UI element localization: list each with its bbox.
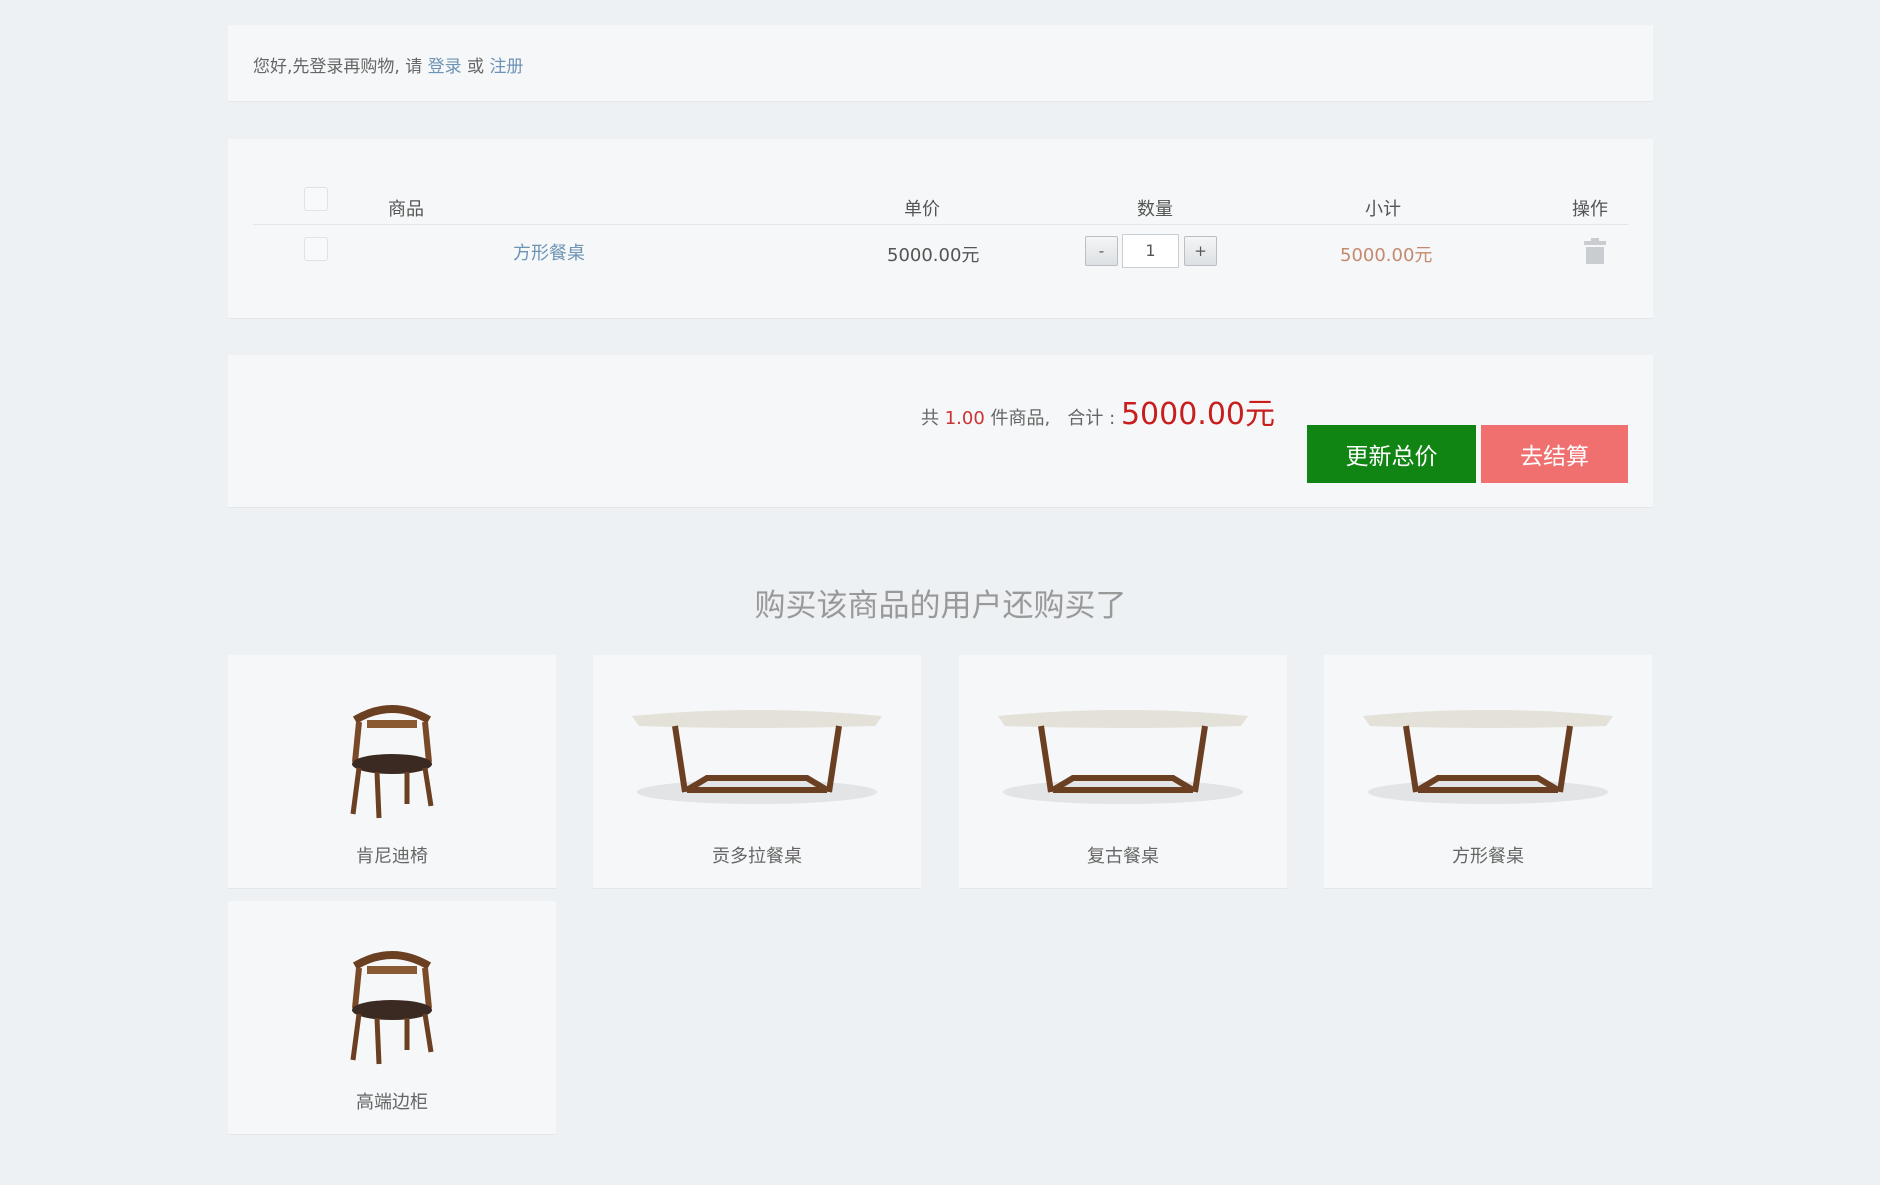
- login-link[interactable]: 登录: [428, 57, 462, 77]
- summary-prefix: 共: [921, 408, 945, 429]
- recommend-name: 方形餐桌: [1452, 846, 1524, 867]
- login-notice: 您好,先登录再购物, 请 登录 或 注册: [228, 25, 1653, 102]
- summary-mid: 件商品, 合计 :: [984, 408, 1121, 429]
- cart-item-subtotal: 5000.00元: [1340, 245, 1433, 266]
- table-image: [959, 680, 1287, 830]
- notice-or: 或: [461, 57, 490, 77]
- cart-summary: 共 1.00 件商品, 合计 : 5000.00元 更新总价 去结算: [228, 355, 1653, 508]
- select-all-checkbox[interactable]: [304, 187, 328, 211]
- total-price: 5000.00元: [1120, 397, 1275, 432]
- checkout-button[interactable]: 去结算: [1481, 425, 1628, 483]
- header-action: 操作: [1572, 199, 1608, 220]
- cart-item-price: 5000.00元: [887, 245, 980, 266]
- item-checkbox[interactable]: [304, 237, 328, 261]
- recommend-card[interactable]: 高端边柜: [228, 901, 556, 1135]
- item-count: 1.00: [944, 408, 985, 429]
- qty-increase-button[interactable]: +: [1184, 236, 1217, 266]
- header-product: 商品: [388, 199, 424, 220]
- cart-table-header: 商品 单价 数量 小计 操作: [253, 179, 1628, 225]
- recommend-card[interactable]: 方形餐桌: [1324, 655, 1652, 889]
- update-total-button[interactable]: 更新总价: [1307, 425, 1476, 483]
- recommend-card[interactable]: 肯尼迪椅: [228, 655, 556, 889]
- header-price: 单价: [904, 199, 940, 220]
- header-qty: 数量: [1137, 199, 1173, 220]
- summary-text: 共 1.00 件商品, 合计 : 5000.00元: [921, 389, 1275, 433]
- cart-row: 方形餐桌 5000.00元 - 1 + 5000.00元: [253, 225, 1628, 315]
- login-notice-text: 您好,先登录再购物, 请 登录 或 注册: [253, 52, 523, 77]
- notice-message: 您好,先登录再购物, 请: [253, 57, 428, 77]
- cart-item-name[interactable]: 方形餐桌: [513, 239, 585, 265]
- recommend-card[interactable]: 贡多拉餐桌: [593, 655, 921, 889]
- recommend-card[interactable]: 复古餐桌: [959, 655, 1287, 889]
- recommend-name: 肯尼迪椅: [356, 846, 428, 867]
- table-image: [593, 680, 921, 830]
- cart-table: 商品 单价 数量 小计 操作 方形餐桌 5000.00元 - 1 + 5000.…: [228, 139, 1653, 319]
- table-image: [1324, 680, 1652, 830]
- recommend-name: 贡多拉餐桌: [712, 846, 802, 867]
- recommend-name: 高端边柜: [356, 1092, 428, 1113]
- qty-input[interactable]: 1: [1122, 234, 1179, 268]
- trash-icon[interactable]: [1583, 238, 1607, 264]
- recommend-name: 复古餐桌: [1087, 846, 1159, 867]
- chair-image: [228, 680, 556, 830]
- recommend-title: 购买该商品的用户还购买了: [754, 588, 1127, 624]
- chair-image: [228, 926, 556, 1076]
- header-subtotal: 小计: [1365, 199, 1401, 220]
- qty-decrease-button[interactable]: -: [1085, 236, 1118, 266]
- register-link[interactable]: 注册: [489, 57, 523, 77]
